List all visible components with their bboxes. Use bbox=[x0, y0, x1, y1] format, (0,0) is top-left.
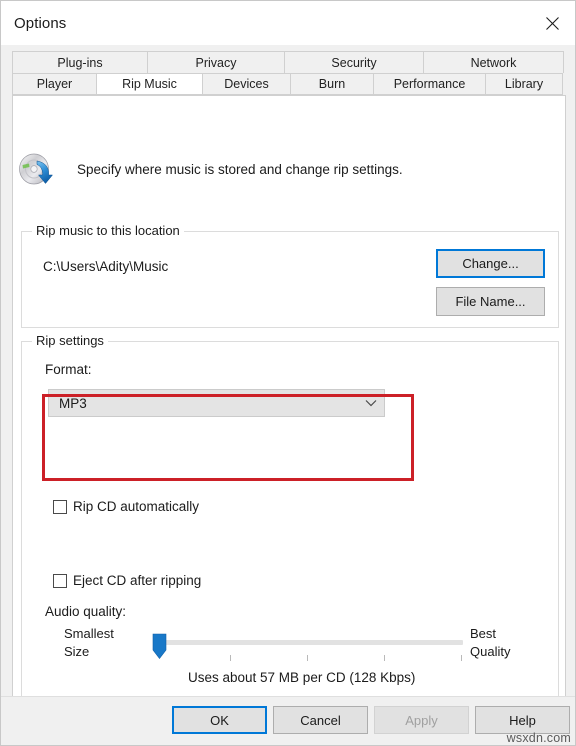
group-rip-settings-legend: Rip settings bbox=[32, 333, 108, 348]
audio-quality-slider-ticks bbox=[153, 655, 463, 661]
tab-devices[interactable]: Devices bbox=[202, 73, 291, 95]
checkbox-label: Eject CD after ripping bbox=[73, 573, 202, 588]
chevron-down-icon-svg bbox=[365, 400, 377, 407]
tab-network[interactable]: Network bbox=[423, 51, 564, 73]
slider-tick bbox=[307, 655, 308, 661]
tab-performance[interactable]: Performance bbox=[373, 73, 486, 95]
audio-quality-slider-thumb[interactable] bbox=[152, 633, 167, 660]
slider-thumb-icon bbox=[152, 633, 167, 659]
change-button[interactable]: Change... bbox=[436, 249, 545, 278]
file-name-button[interactable]: File Name... bbox=[436, 287, 545, 316]
group-rip-location-legend: Rip music to this location bbox=[32, 223, 184, 238]
cd-rip-icon-svg bbox=[19, 153, 53, 185]
tab-row-bottom: Player Rip Music Devices Burn Performanc… bbox=[12, 73, 566, 95]
title-bar: Options bbox=[1, 1, 575, 45]
tab-privacy[interactable]: Privacy bbox=[147, 51, 285, 73]
slider-max-label-line2: Quality bbox=[470, 644, 511, 659]
tab-label: Privacy bbox=[195, 55, 237, 70]
checkbox-label: Rip CD automatically bbox=[73, 499, 200, 514]
checkbox-rip-cd-automatically[interactable]: Rip CD automatically bbox=[53, 499, 199, 514]
slider-min-label-line1: Smallest bbox=[64, 626, 114, 641]
tab-player[interactable]: Player bbox=[12, 73, 97, 95]
checkbox-eject-cd-after-ripping[interactable]: Eject CD after ripping bbox=[53, 573, 201, 588]
page-description: Specify where music is stored and change… bbox=[77, 161, 403, 177]
tab-burn[interactable]: Burn bbox=[290, 73, 374, 95]
tab-label: Network bbox=[470, 55, 517, 70]
ok-button-label: OK bbox=[210, 712, 229, 728]
slider-max-label-line1: Best bbox=[470, 626, 497, 641]
tab-page-rip-music: Specify where music is stored and change… bbox=[12, 95, 566, 739]
window-title: Options bbox=[14, 14, 67, 32]
tab-library[interactable]: Library bbox=[485, 73, 563, 95]
tab-strip: Plug-ins Privacy Security Network Player… bbox=[12, 51, 566, 95]
slider-tick bbox=[461, 655, 462, 661]
tab-label: Plug-ins bbox=[57, 55, 103, 70]
tab-label: Player bbox=[36, 77, 73, 91]
checkbox-box bbox=[53, 573, 67, 588]
page-header: Specify where music is stored and change… bbox=[17, 149, 403, 189]
ok-button[interactable]: OK bbox=[172, 706, 267, 734]
tab-rip-music[interactable]: Rip Music bbox=[96, 73, 203, 95]
tab-label: Security bbox=[331, 55, 377, 70]
tab-security[interactable]: Security bbox=[284, 51, 424, 73]
apply-button: Apply bbox=[374, 706, 469, 734]
dialog-footer: OK Cancel Apply Help wsxdn.com bbox=[1, 696, 575, 745]
dialog-client-area: Plug-ins Privacy Security Network Player… bbox=[1, 45, 575, 745]
close-icon bbox=[545, 16, 559, 30]
apply-button-label: Apply bbox=[405, 712, 438, 728]
chevron-down-icon bbox=[358, 399, 384, 407]
checkbox-box bbox=[53, 499, 67, 514]
cd-rip-icon bbox=[17, 149, 57, 189]
close-button[interactable] bbox=[529, 1, 575, 45]
tab-label: Burn bbox=[318, 77, 346, 91]
tab-row-top: Plug-ins Privacy Security Network bbox=[12, 51, 566, 73]
change-button-label: Change... bbox=[462, 256, 519, 271]
format-label: Format: bbox=[45, 362, 92, 377]
tab-label: Devices bbox=[224, 77, 269, 91]
slider-min-label-line2: Size bbox=[64, 644, 90, 659]
format-dropdown[interactable]: MP3 bbox=[48, 389, 385, 417]
rip-location-path: C:\Users\Adity\Music bbox=[43, 259, 169, 274]
help-button-label: Help bbox=[509, 712, 536, 728]
group-rip-location: Rip music to this location C:\Users\Adit… bbox=[21, 223, 559, 328]
format-dropdown-value: MP3 bbox=[59, 395, 87, 411]
group-rip-settings: Rip settings Format: MP3 Rip CD automati bbox=[21, 333, 559, 723]
options-dialog: Options Plug-ins Privacy Security Networ… bbox=[0, 0, 576, 746]
watermark: wsxdn.com bbox=[506, 731, 571, 745]
tab-label: Rip Music bbox=[122, 77, 177, 91]
slider-min-label: Smallest Size bbox=[64, 625, 114, 661]
cancel-button-label: Cancel bbox=[300, 712, 341, 728]
slider-tick bbox=[230, 655, 231, 661]
audio-quality-note: Uses about 57 MB per CD (128 Kbps) bbox=[188, 670, 416, 685]
tab-plug-ins[interactable]: Plug-ins bbox=[12, 51, 148, 73]
cancel-button[interactable]: Cancel bbox=[273, 706, 368, 734]
file-name-button-label: File Name... bbox=[455, 294, 526, 309]
tab-label: Performance bbox=[393, 77, 466, 91]
audio-quality-slider-track[interactable] bbox=[153, 640, 463, 645]
slider-tick bbox=[384, 655, 385, 661]
slider-max-label: Best Quality bbox=[470, 625, 510, 661]
audio-quality-label: Audio quality: bbox=[45, 604, 127, 619]
help-button[interactable]: Help bbox=[475, 706, 570, 734]
tab-label: Library bbox=[504, 77, 544, 91]
